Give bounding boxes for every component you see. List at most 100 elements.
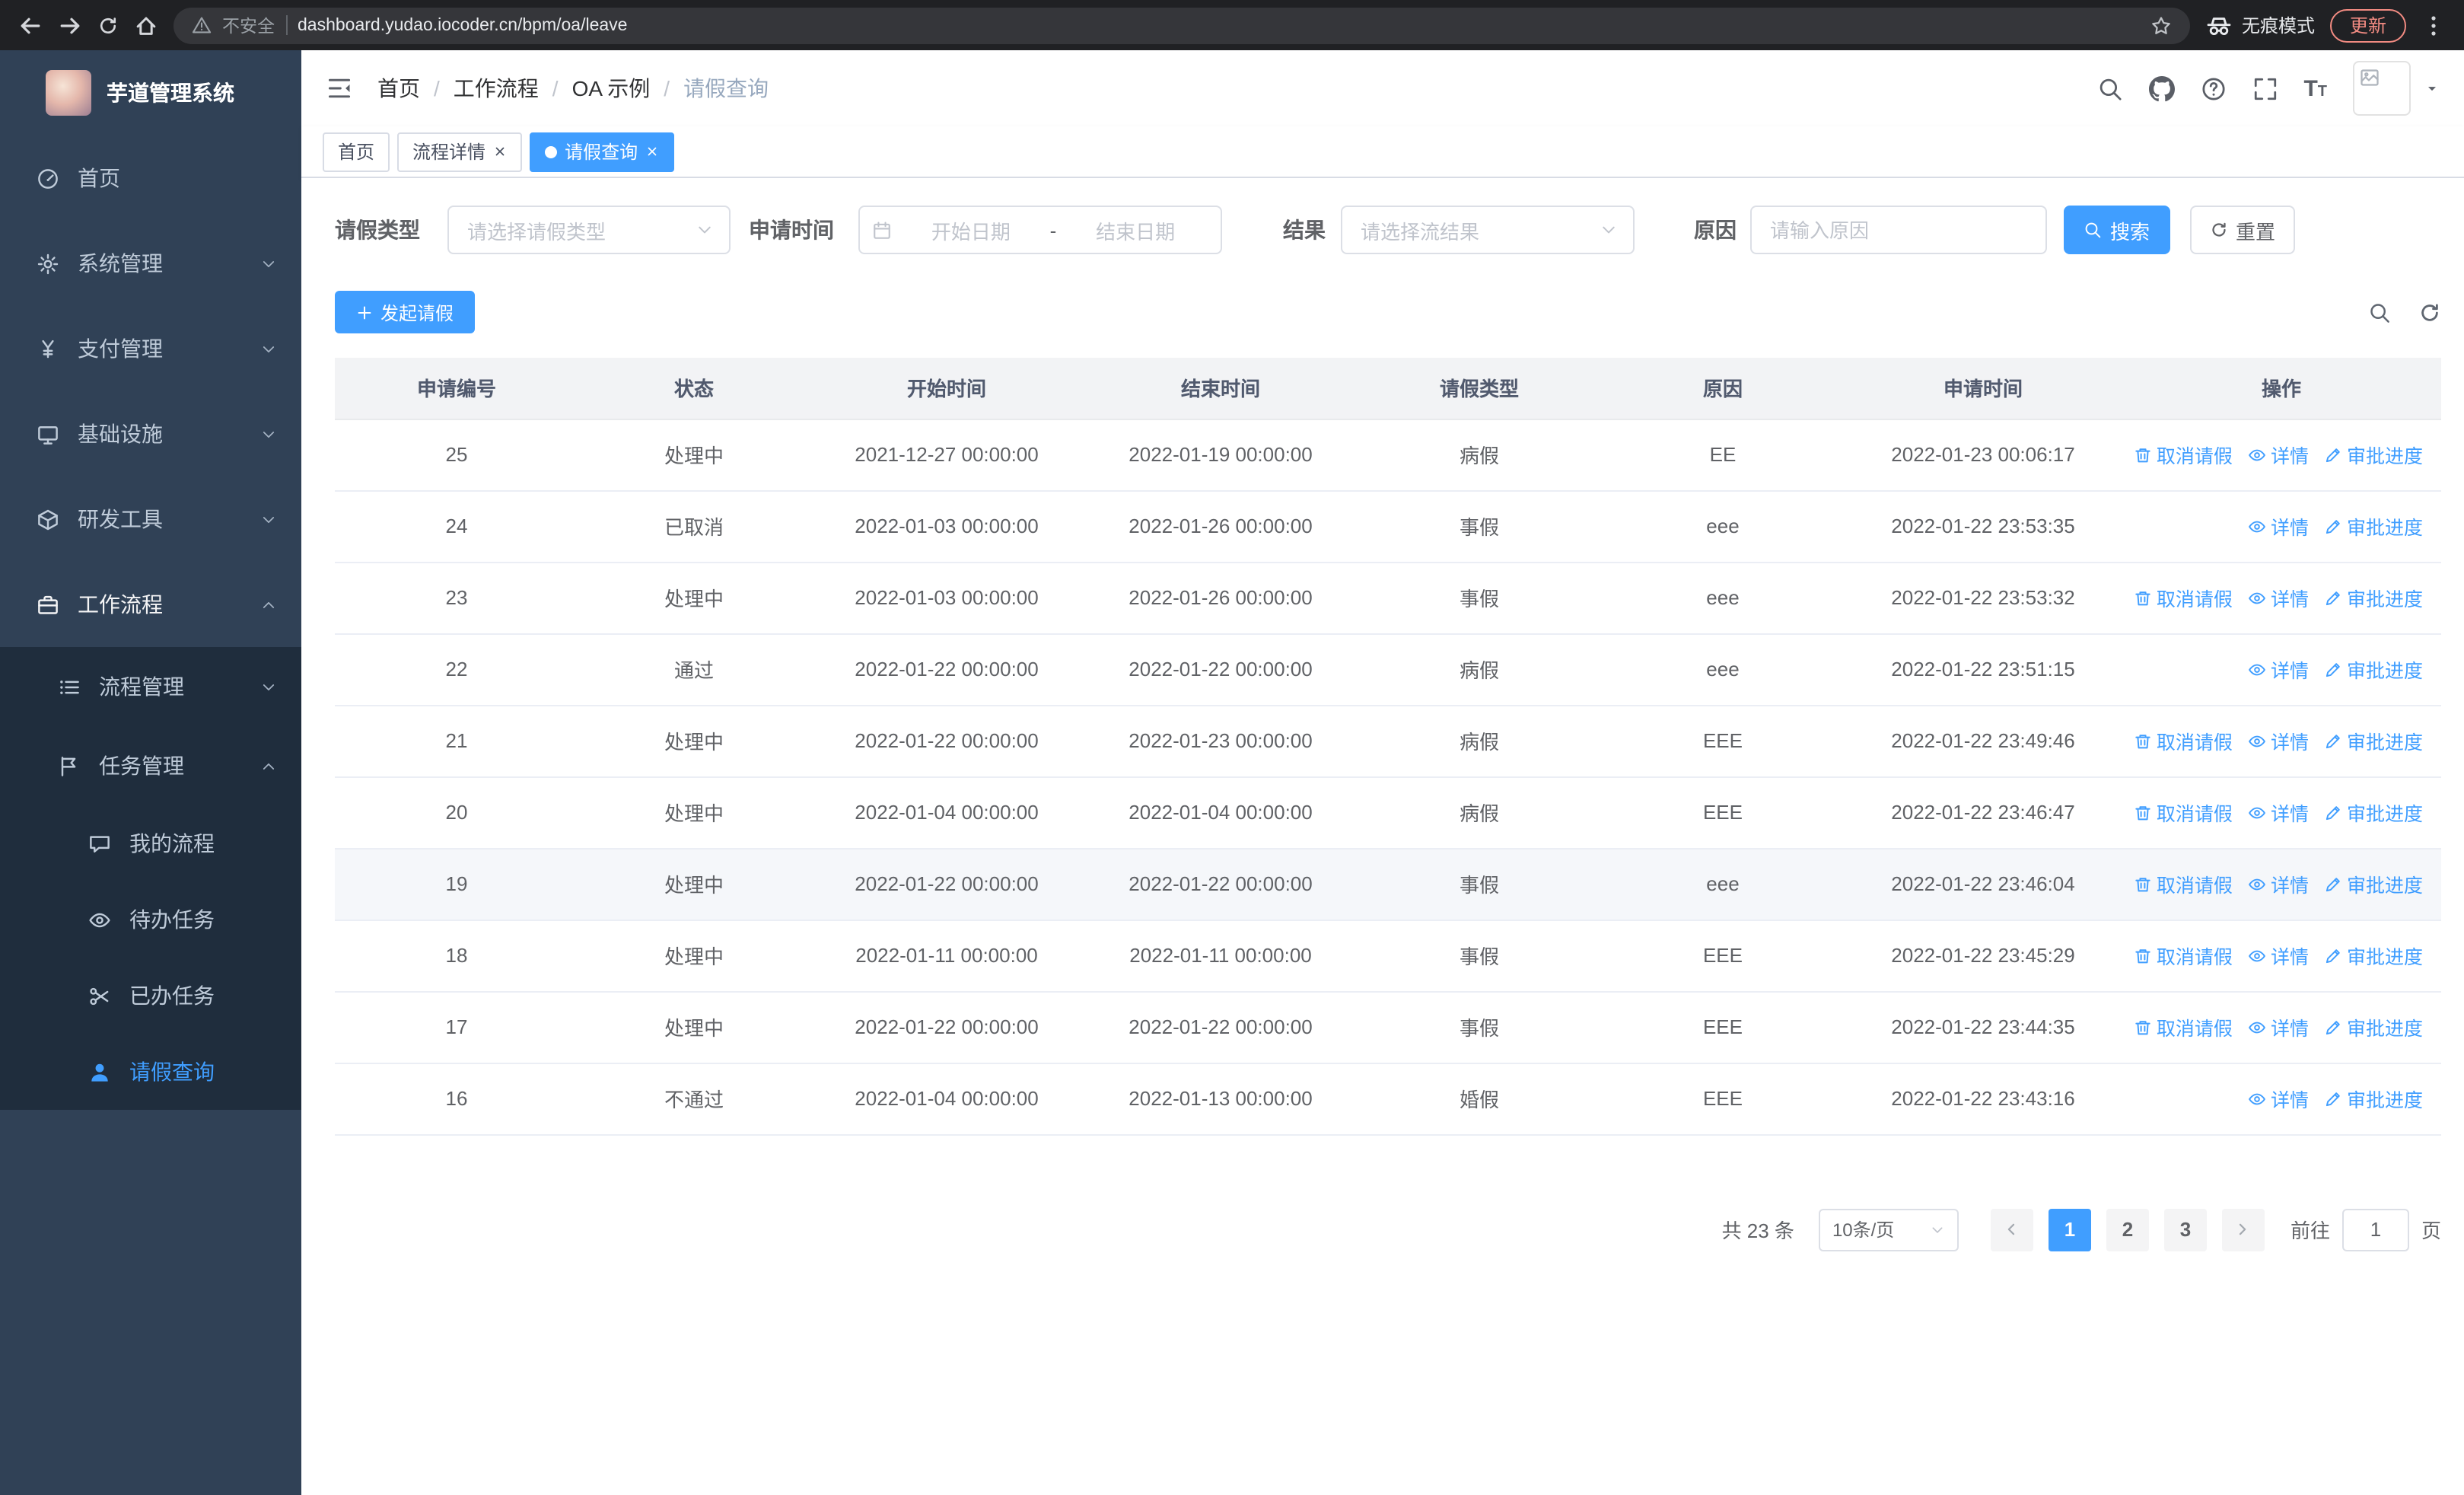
bookmark-star-icon[interactable] [2150,14,2172,36]
reset-button[interactable]: 重置 [2190,206,2295,254]
action-detail-link[interactable]: 详情 [2248,869,2309,898]
sidebar-item-workflow[interactable]: 工作流程 [0,562,301,647]
action-detail-link[interactable]: 详情 [2248,583,2309,612]
action-progress-link[interactable]: 审批进度 [2324,726,2423,755]
action-detail-link[interactable]: 详情 [2248,440,2309,469]
action-cancel-link[interactable]: 取消请假 [2134,726,2233,755]
active-tab-dot [545,145,558,158]
font-size-icon[interactable]: TT [2303,77,2327,100]
action-progress-link[interactable]: 审批进度 [2324,869,2423,898]
action-detail-link[interactable]: 详情 [2248,941,2309,970]
apply-time-range-picker[interactable]: 开始日期 - 结束日期 [858,206,1222,254]
page-button-2[interactable]: 2 [2106,1208,2149,1251]
browser-update-button[interactable]: 更新 [2329,8,2406,42]
action-detail-link[interactable]: 详情 [2248,512,2309,540]
browser-back-button[interactable] [18,13,43,37]
edit-icon [2324,804,2342,822]
browser-forward-button[interactable] [58,13,82,37]
sidebar-item-task-mgmt[interactable]: 任务管理 [0,726,301,805]
breadcrumb-item[interactable]: OA 示例 [572,73,651,104]
action-progress-link[interactable]: 审批进度 [2324,1012,2423,1041]
cell-apply-time: 2022-01-22 23:46:04 [1845,848,2122,920]
sidebar-item-home[interactable]: 首页 [0,135,301,221]
action-cancel-link[interactable]: 取消请假 [2134,583,2233,612]
header-search-icon[interactable] [2096,75,2122,101]
reason-input[interactable] [1750,206,2047,254]
search-icon [2084,221,2103,239]
action-progress-link[interactable]: 审批进度 [2324,798,2423,827]
action-cancel-link[interactable]: 取消请假 [2134,440,2233,469]
page-size-select[interactable]: 10条/页 [1818,1208,1959,1251]
browser-menu-icon[interactable] [2421,13,2446,37]
goto-page-input[interactable] [2341,1208,2409,1251]
github-icon[interactable] [2148,75,2175,101]
tab-close-icon[interactable] [645,145,659,158]
search-button[interactable]: 搜索 [2064,206,2170,254]
page-button-3[interactable]: 3 [2163,1208,2207,1251]
sidebar-item-label: 首页 [78,166,120,190]
action-progress-link[interactable]: 审批进度 [2324,1084,2423,1113]
help-icon[interactable] [2200,75,2226,101]
create-leave-button[interactable]: 发起请假 [335,291,476,333]
toolbar-refresh-icon[interactable] [2418,301,2441,324]
breadcrumb-item[interactable]: 工作流程 [454,73,539,104]
sidebar-item-leave-query[interactable]: 请假查询 [0,1034,301,1110]
fullscreen-icon[interactable] [2252,75,2278,101]
browser-home-button[interactable] [134,13,158,37]
action-progress-link[interactable]: 审批进度 [2324,941,2423,970]
cell-reason: EEE [1601,705,1845,777]
action-cancel-link[interactable]: 取消请假 [2134,869,2233,898]
cell-start-time: 2022-01-04 00:00:00 [810,776,1084,849]
tab-home[interactable]: 首页 [323,132,390,171]
sidebar-item-process-mgmt[interactable]: 流程管理 [0,647,301,726]
action-progress-link[interactable]: 审批进度 [2324,440,2423,469]
tab-leave-query[interactable]: 请假查询 [530,132,675,171]
sidebar-item-system[interactable]: 系统管理 [0,221,301,306]
action-label: 详情 [2270,1090,2309,1111]
sidebar-item-done-task[interactable]: 已办任务 [0,958,301,1034]
toolbar-search-icon[interactable] [2368,301,2391,324]
action-detail-link[interactable]: 详情 [2248,1012,2309,1041]
action-progress-link[interactable]: 审批进度 [2324,655,2423,684]
sidebar-item-label: 待办任务 [129,907,215,932]
action-progress-link[interactable]: 审批进度 [2324,512,2423,540]
tab-close-icon[interactable] [493,145,507,158]
user-avatar[interactable] [2353,61,2411,116]
tab-process-detail[interactable]: 流程详情 [397,132,523,171]
action-cancel-link[interactable]: 取消请假 [2134,798,2233,827]
sidebar-item-todo-task[interactable]: 待办任务 [0,881,301,958]
table-row: 18 处理中 2022-01-11 00:00:00 2022-01-11 00:00… [335,920,2441,992]
sidebar-item-payment[interactable]: 支付管理 [0,306,301,391]
page-button-1[interactable]: 1 [2048,1208,2091,1251]
sidebar-item-infrastructure[interactable]: 基础设施 [0,391,301,477]
edit-icon [2324,589,2342,607]
sidebar-collapse-icon[interactable] [326,75,353,102]
sidebar-item-devtools[interactable]: 研发工具 [0,477,301,562]
action-detail-link[interactable]: 详情 [2248,726,2309,755]
edit-icon [2324,661,2342,679]
cell-actions: 取消请假 详情 审批进度 [2122,920,2441,992]
address-bar[interactable]: 不安全 dashboard.yudao.iocoder.cn/bpm/oa/le… [173,7,2190,43]
filter-bar: 请假类型 请选择请假类型 申请时间 开始日期 - 结束日期 结果 请选择流结果 [335,206,2441,254]
cell-actions: 取消请假 详情 审批进度 [2122,419,2441,491]
action-detail-link[interactable]: 详情 [2248,655,2309,684]
cell-apply-time: 2022-01-22 23:46:47 [1845,776,2122,849]
leave-type-select[interactable]: 请选择请假类型 [447,206,731,254]
action-progress-link[interactable]: 审批进度 [2324,583,2423,612]
next-page-button[interactable] [2221,1208,2265,1251]
action-detail-link[interactable]: 详情 [2248,798,2309,827]
broken-image-icon [2359,67,2380,88]
breadcrumb-item[interactable]: 首页 [377,73,420,104]
prev-page-button[interactable] [1990,1208,2033,1251]
browser-reload-button[interactable] [97,14,119,36]
user-menu-caret-icon[interactable] [2424,81,2440,96]
action-cancel-link[interactable]: 取消请假 [2134,941,2233,970]
sidebar-item-my-process[interactable]: 我的流程 [0,805,301,881]
leave-type-label: 请假类型 [335,218,420,242]
sidebar-item-label: 任务管理 [99,754,184,778]
result-select[interactable]: 请选择流结果 [1341,206,1635,254]
action-cancel-link[interactable]: 取消请假 [2134,1012,2233,1041]
breadcrumb-separator: / [434,76,440,100]
cell-end-time: 2022-01-22 00:00:00 [1084,633,1358,706]
action-detail-link[interactable]: 详情 [2248,1084,2309,1113]
